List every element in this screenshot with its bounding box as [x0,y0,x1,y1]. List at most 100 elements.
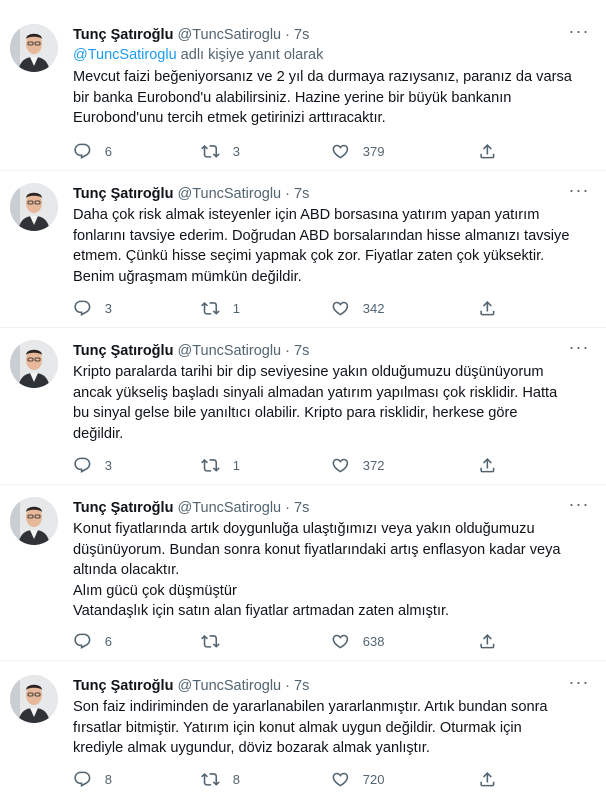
share-button[interactable] [478,141,497,161]
more-horizontal-icon[interactable]: ··· [566,181,592,203]
author-name[interactable]: Tunç Şatıroğlu [73,678,173,694]
heart-outline-icon [332,772,349,787]
like-button[interactable]: 342 [331,298,384,318]
tweet-text: Kripto paralarda tarihi bir dip seviyesi… [73,364,558,442]
timestamp[interactable]: 7s [294,343,309,359]
author-name[interactable]: Tunç Şatıroğlu [73,27,173,43]
retweet-count: 1 [232,300,240,316]
retweet-count: 1 [232,457,240,473]
reply-button[interactable]: 3 [73,455,112,475]
separator-dot: · [285,27,290,43]
like-button[interactable]: 638 [331,631,384,651]
tweet-divider [0,484,606,485]
retweet-arrows-icon [201,144,220,158]
reply-button[interactable]: 8 [73,769,112,789]
share-upload-icon [480,771,495,787]
heart-outline-icon [332,144,349,159]
separator-dot: · [285,500,290,516]
reply-bubble-icon [74,771,91,787]
share-upload-icon [480,457,495,473]
avatar[interactable] [10,340,58,388]
retweet-button[interactable]: 1 [201,455,240,475]
tweet-actions: 8 8 720 [73,769,513,789]
author-handle[interactable]: @TuncSatiroglu [177,678,281,694]
reply-count: 8 [104,771,112,787]
reply-bubble-icon [74,457,91,473]
tweet-text: Mevcut faizi beğeniyorsanız ve 2 yıl da … [73,69,572,126]
like-button[interactable]: 372 [331,455,384,475]
reply-context-text: adlı kişiye yanıt olarak [176,47,324,63]
share-button[interactable] [478,298,497,318]
avatar[interactable] [10,675,58,723]
retweet-count: 3 [232,143,240,159]
retweet-button[interactable]: 3 [201,141,240,161]
reply-count: 3 [104,300,112,316]
separator-dot: · [285,678,290,694]
separator-dot: · [285,343,290,359]
author-handle[interactable]: @TuncSatiroglu [177,500,281,516]
more-horizontal-icon[interactable]: ··· [566,495,592,517]
heart-outline-icon [332,634,349,649]
author-handle[interactable]: @TuncSatiroglu [177,343,281,359]
tweet-actions: 6 638 [73,631,513,651]
share-upload-icon [480,143,495,159]
like-count: 372 [362,457,385,473]
share-button[interactable] [478,455,497,475]
author-handle[interactable]: @TuncSatiroglu [177,27,281,43]
reply-bubble-icon [74,143,91,159]
tweet-divider [0,327,606,328]
reply-button[interactable]: 3 [73,298,112,318]
reply-count: 6 [104,143,112,159]
tweet-divider [0,170,606,171]
reply-context: @TuncSatiroglu adlı kişiye yanıt olarak [73,45,323,65]
more-horizontal-icon[interactable]: ··· [566,673,592,695]
tweet-actions: 6 3 379 [73,141,513,161]
more-horizontal-icon[interactable]: ··· [566,338,592,360]
avatar[interactable] [10,497,58,545]
retweet-button[interactable] [201,631,233,651]
reply-bubble-icon [74,300,91,316]
author-name[interactable]: Tunç Şatıroğlu [73,186,173,202]
reply-count: 6 [104,633,112,649]
timestamp[interactable]: 7s [294,500,309,516]
separator-dot: · [285,186,290,202]
like-button[interactable]: 379 [331,141,384,161]
share-upload-icon [480,633,495,649]
avatar[interactable] [10,183,58,231]
share-button[interactable] [478,769,497,789]
share-upload-icon [480,300,495,316]
author-name[interactable]: Tunç Şatıroğlu [73,343,173,359]
like-count: 638 [362,633,385,649]
timestamp[interactable]: 7s [294,186,309,202]
share-button[interactable] [478,631,497,651]
retweet-arrows-icon [201,772,220,786]
tweet-text: Son faiz indiriminden de yararlanabilen … [73,699,548,756]
like-button[interactable]: 720 [331,769,384,789]
tweet-text: Konut fiyatlarında artık doygunluğa ulaş… [73,521,561,619]
reply-to-link[interactable]: @TuncSatiroglu [73,47,177,63]
timestamp[interactable]: 7s [294,27,309,43]
tweet-text: Daha çok risk almak isteyenler için ABD … [73,207,570,285]
timestamp[interactable]: 7s [294,678,309,694]
tweet-actions: 3 1 372 [73,455,513,475]
tweet-divider [0,660,606,661]
like-count: 342 [362,300,385,316]
heart-outline-icon [332,301,349,316]
author-name[interactable]: Tunç Şatıroğlu [73,500,173,516]
reply-button[interactable]: 6 [73,631,112,651]
author-handle[interactable]: @TuncSatiroglu [177,186,281,202]
retweet-arrows-icon [201,301,220,315]
reply-bubble-icon [74,633,91,649]
retweet-button[interactable]: 1 [201,298,240,318]
retweet-arrows-icon [201,634,220,648]
reply-button[interactable]: 6 [73,141,112,161]
retweet-count: 8 [232,771,240,787]
reply-count: 3 [104,457,112,473]
avatar[interactable] [10,24,58,72]
more-horizontal-icon[interactable]: ··· [566,22,592,44]
tweet-actions: 3 1 342 [73,298,513,318]
retweet-arrows-icon [201,458,220,472]
retweet-button[interactable]: 8 [201,769,240,789]
heart-outline-icon [332,458,349,473]
like-count: 720 [362,771,385,787]
